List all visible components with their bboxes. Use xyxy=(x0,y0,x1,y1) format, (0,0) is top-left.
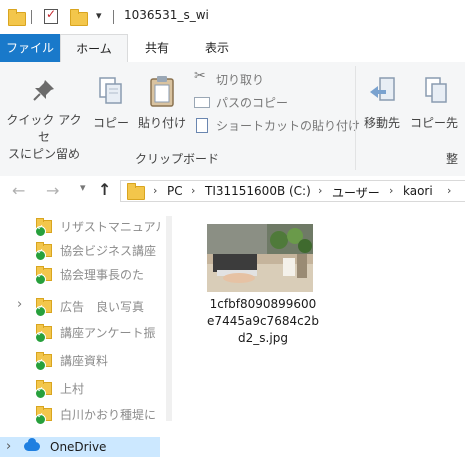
breadcrumb-separator-icon[interactable]: › xyxy=(447,184,451,197)
file-thumbnail[interactable] xyxy=(207,224,313,292)
sync-check-icon xyxy=(35,223,46,237)
cut-button[interactable]: ✂ 切り取り xyxy=(194,68,344,90)
sync-check-icon xyxy=(35,303,46,317)
nav-item-folder[interactable]: 協会理事長のた xyxy=(0,262,170,286)
cut-label: 切り取り xyxy=(216,73,265,87)
title-bar: ▾ 1036531_s_wi xyxy=(0,0,465,32)
nav-item-folder[interactable]: 上村 xyxy=(0,376,170,400)
file-name-line: d2_s.jpg xyxy=(238,331,288,345)
move-to-icon xyxy=(370,77,395,101)
breadcrumb-kaori[interactable]: kaori xyxy=(403,184,433,198)
tab-view[interactable]: 表示 xyxy=(186,34,248,62)
cut-icon: ✂ xyxy=(194,68,206,84)
copy-path-button[interactable]: パスのコピー xyxy=(194,93,344,113)
scrollbar-thumb[interactable] xyxy=(166,216,172,421)
file-name-line: e7445a9c7684c2b xyxy=(207,314,319,328)
copy-to-button[interactable]: コピー先 xyxy=(410,68,458,148)
recent-locations-dropdown-icon[interactable]: ▾ xyxy=(80,181,86,194)
copy-label: コピー xyxy=(92,116,129,130)
copy-to-icon xyxy=(425,77,447,103)
sync-check-icon xyxy=(35,385,46,399)
window-title: 1036531_s_wi xyxy=(124,8,209,22)
expand-chevron-icon[interactable]: › xyxy=(6,439,11,454)
nav-item-label: 協会ビジネス講座 xyxy=(60,244,157,258)
copy-to-label: コピー先 xyxy=(410,116,459,130)
paste-shortcut-icon xyxy=(196,118,208,133)
organize-group-label: 整 xyxy=(446,152,459,166)
breadcrumb-drive[interactable]: TI31151600B (C:) xyxy=(205,184,311,198)
address-bar[interactable]: › PC › TI31151600B (C:) › ユーザー › kaori › xyxy=(120,180,465,202)
paste-button[interactable]: 貼り付け xyxy=(136,68,188,148)
breadcrumb-users[interactable]: ユーザー xyxy=(332,184,380,201)
quick-access-dropdown-icon[interactable]: ▾ xyxy=(96,9,102,22)
new-folder-icon[interactable] xyxy=(70,9,88,26)
forward-button[interactable]: → xyxy=(46,181,59,200)
nav-item-label: 協会理事長のた xyxy=(60,268,145,282)
paste-label: 貼り付け xyxy=(137,116,186,130)
properties-checkbox-icon[interactable] xyxy=(44,7,58,24)
sync-check-icon xyxy=(35,357,46,371)
expand-chevron-icon[interactable]: › xyxy=(17,297,22,312)
nav-item-folder[interactable]: › 広告 良い写真 xyxy=(0,294,170,318)
nav-item-label: 講座資料 xyxy=(60,354,109,368)
nav-scrollbar[interactable] xyxy=(160,206,178,453)
sync-check-icon xyxy=(35,411,46,425)
ribbon-tab-bar: ファイル ホーム 共有 表示 xyxy=(0,34,465,63)
title-separator xyxy=(31,10,32,24)
nav-item-label: 白川かおり種堤に xyxy=(60,408,157,422)
folder-icon xyxy=(8,9,26,26)
nav-item-label: 上村 xyxy=(60,382,85,396)
back-button[interactable]: ← xyxy=(12,181,25,200)
breadcrumb-separator-icon[interactable]: › xyxy=(191,184,195,197)
tab-share[interactable]: 共有 xyxy=(128,34,186,62)
move-to-label: 移動先 xyxy=(363,116,400,130)
sync-check-icon xyxy=(35,329,46,343)
onedrive-icon xyxy=(24,438,40,451)
up-button[interactable]: ↑ xyxy=(98,180,111,199)
nav-item-label: 講座アンケート振 xyxy=(60,326,156,340)
address-row: ← → ▾ ↑ › PC › TI31151600B (C:) › ユーザー ›… xyxy=(0,176,465,206)
paste-icon xyxy=(150,76,174,107)
copy-button[interactable]: コピー xyxy=(92,68,130,148)
nav-item-folder[interactable]: 協会ビジネス講座 xyxy=(0,238,170,262)
move-to-button[interactable]: 移動先 xyxy=(360,68,404,148)
nav-item-label: OneDrive xyxy=(50,440,107,454)
pin-quick-access-button[interactable]: クイック アクセ スにピン留め xyxy=(2,68,86,161)
navigation-pane: リザストマニュアル 協会ビジネス講座 協会理事長のた › 広告 良い写真 講座ア… xyxy=(0,206,170,453)
breadcrumb-separator-icon[interactable]: › xyxy=(153,184,157,197)
folder-icon xyxy=(127,183,145,200)
clipboard-group-label: クリップボード xyxy=(134,152,219,166)
paste-shortcut-button[interactable]: ショートカットの貼り付け xyxy=(194,116,360,136)
copy-icon xyxy=(99,77,122,104)
tab-file[interactable]: ファイル xyxy=(0,34,60,62)
tab-home[interactable]: ホーム xyxy=(60,34,128,63)
nav-item-label: リザストマニュアル xyxy=(60,220,168,234)
paste-shortcut-label: ショートカットの貼り付け xyxy=(216,119,361,133)
breadcrumb-pc[interactable]: PC xyxy=(167,184,183,198)
thumbnail-image xyxy=(207,224,313,292)
nav-item-onedrive[interactable]: › OneDrive xyxy=(0,437,160,457)
nav-item-folder[interactable]: 講座アンケート振 xyxy=(0,320,170,344)
nav-item-folder[interactable]: 白川かおり種堤に xyxy=(0,402,170,426)
file-name-label[interactable]: 1cfbf8090899600 e7445a9c7684c2b d2_s.jpg xyxy=(190,296,336,347)
copy-path-icon xyxy=(194,97,210,108)
sync-check-icon xyxy=(35,247,46,261)
group-separator xyxy=(355,66,356,170)
nav-item-label: 広告 良い写真 xyxy=(60,300,145,314)
nav-item-folder[interactable]: 講座資料 xyxy=(0,348,170,372)
sync-check-icon xyxy=(35,271,46,285)
nav-item-folder[interactable]: リザストマニュアル xyxy=(0,214,170,238)
file-name-line: 1cfbf8090899600 xyxy=(209,297,317,311)
breadcrumb-separator-icon[interactable]: › xyxy=(389,184,393,197)
title-separator xyxy=(113,10,114,24)
pin-icon xyxy=(33,80,54,101)
ribbon-home: クイック アクセ スにピン留め コピー 貼り付け ✂ 切り取り パスのコピー シ… xyxy=(0,62,465,177)
breadcrumb-separator-icon[interactable]: › xyxy=(318,184,322,197)
copy-path-label: パスのコピー xyxy=(216,96,289,110)
